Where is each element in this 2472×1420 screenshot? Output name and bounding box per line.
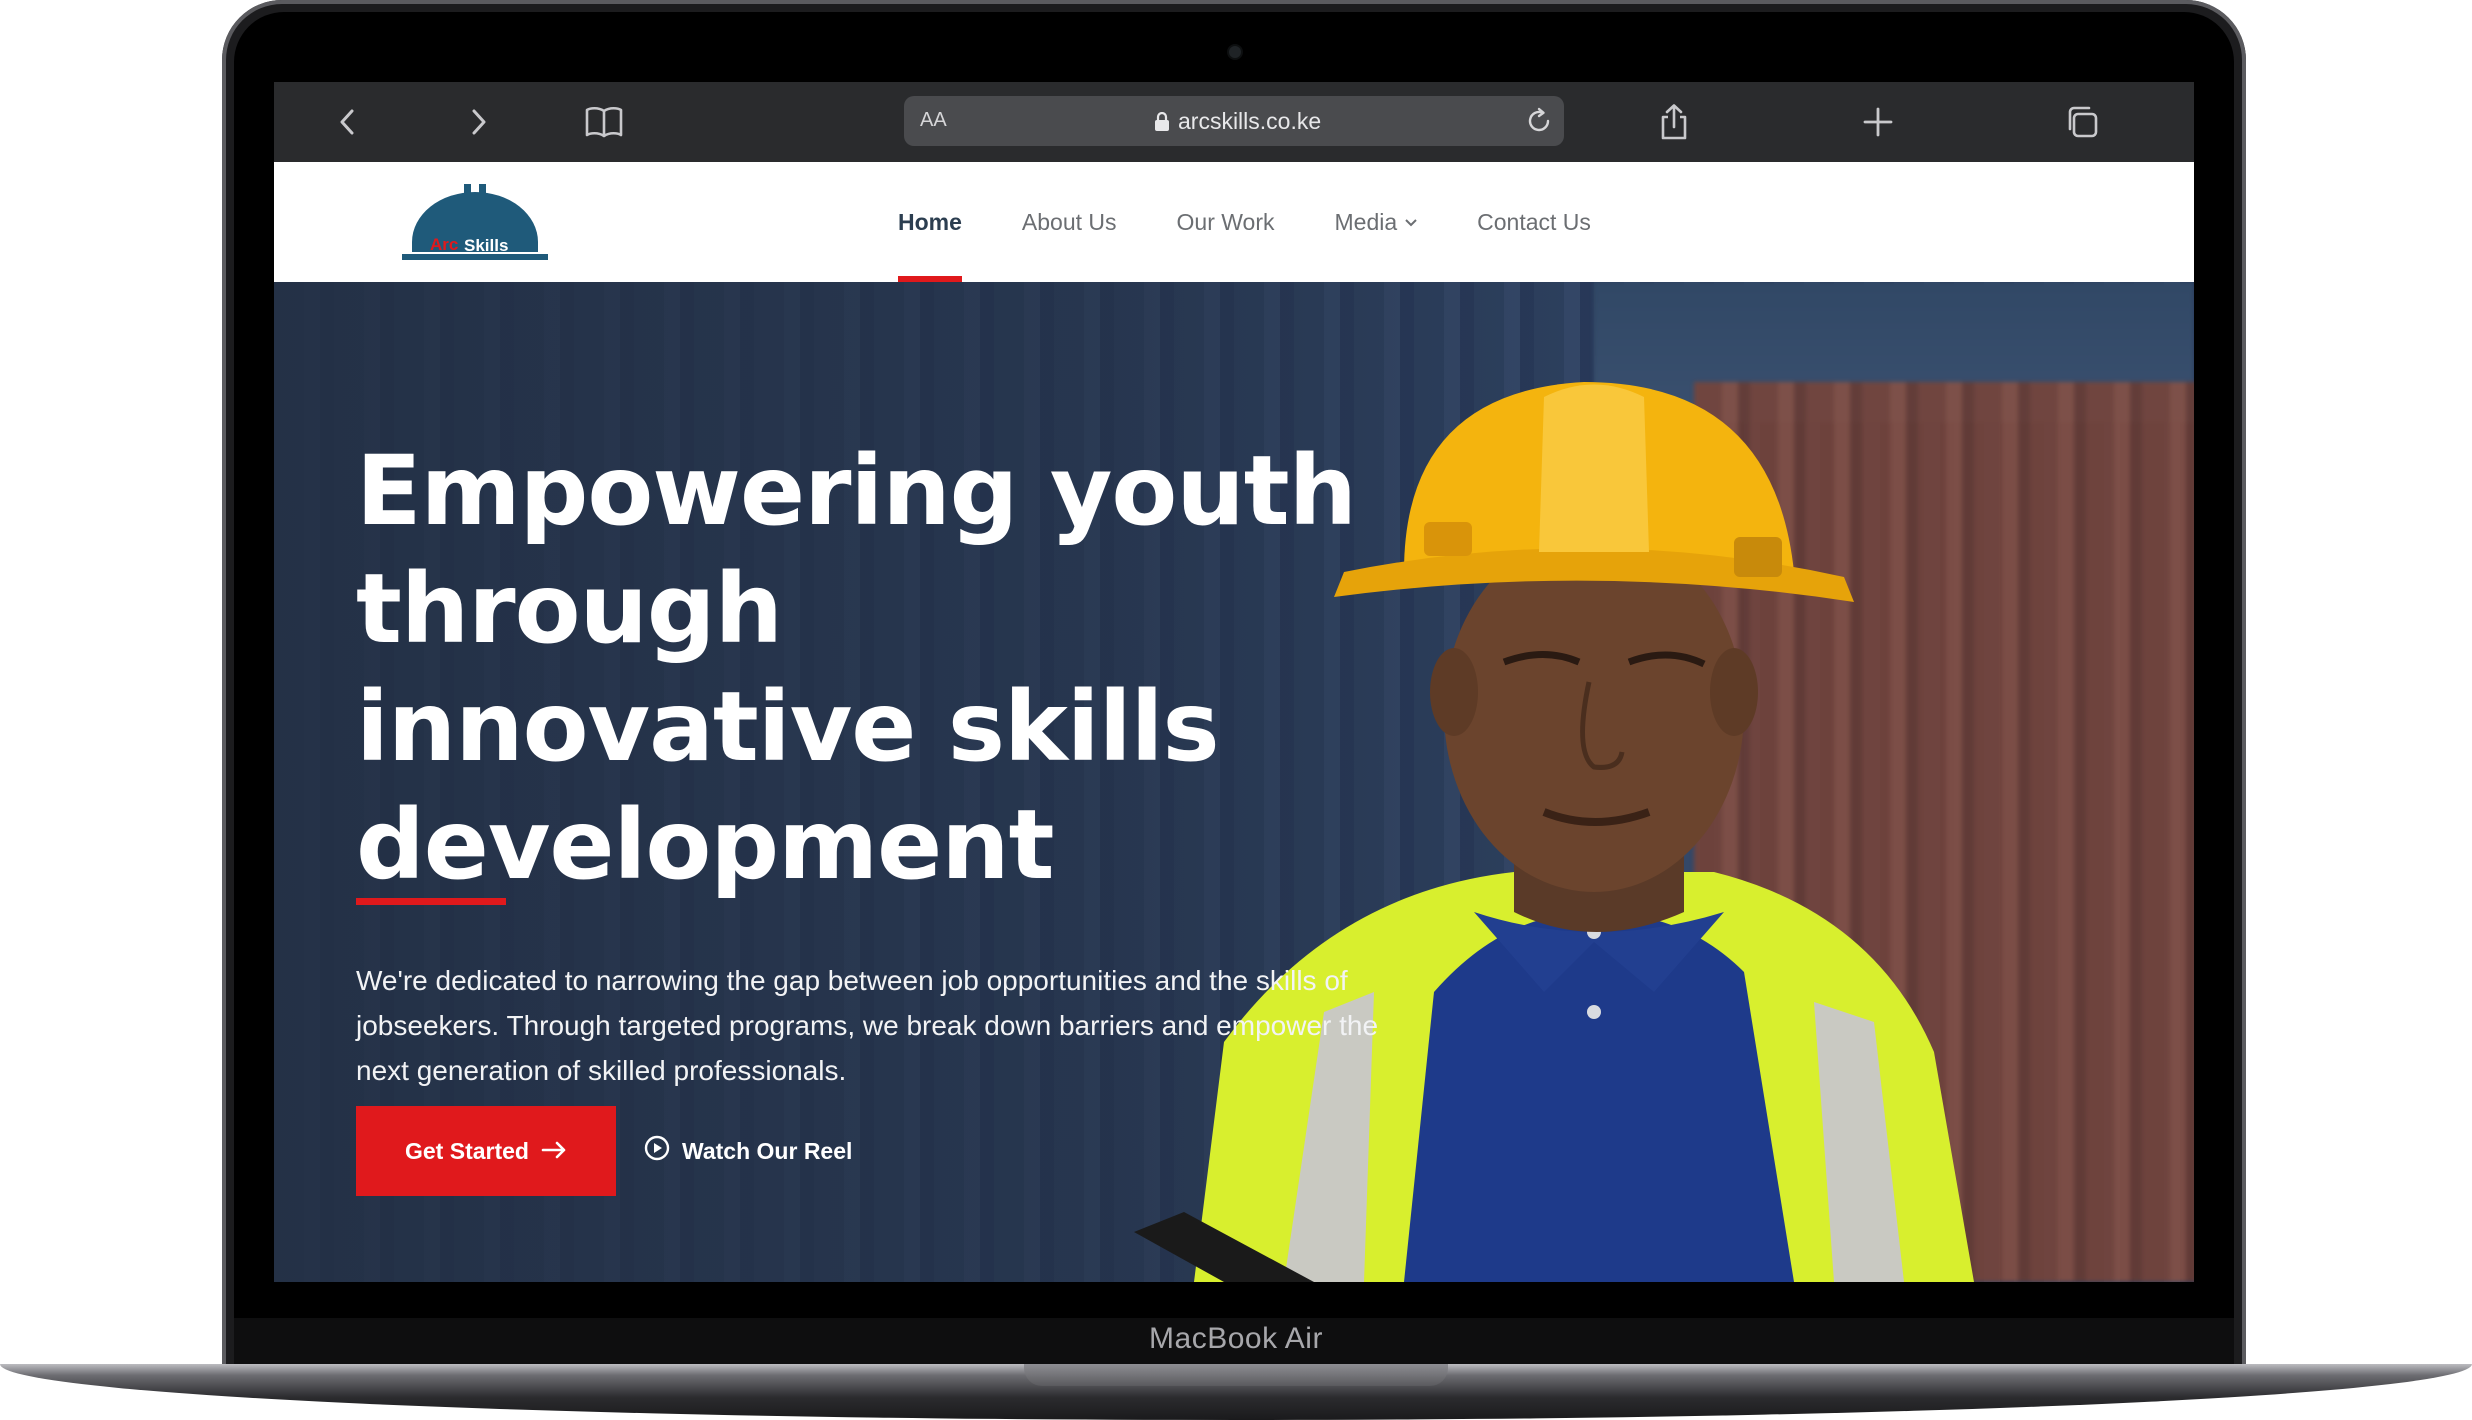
play-circle-icon: [644, 1135, 670, 1167]
nav-about-us[interactable]: About Us: [992, 162, 1147, 282]
nav-media[interactable]: Media: [1305, 162, 1448, 282]
url-display[interactable]: arcskills.co.ke: [1154, 108, 1321, 135]
svg-text:Skills: Skills: [464, 236, 508, 255]
new-tab-icon[interactable]: [1856, 100, 1900, 144]
watch-reel-label: Watch Our Reel: [682, 1137, 853, 1164]
text-size-button[interactable]: AA: [920, 109, 947, 132]
share-icon[interactable]: [1652, 100, 1696, 144]
back-icon[interactable]: [326, 100, 370, 144]
nav-our-work-label: Our Work: [1176, 208, 1275, 235]
laptop-notch: [1024, 1364, 1448, 1386]
nav-media-label: Media: [1334, 208, 1398, 235]
get-started-button[interactable]: Get Started: [356, 1106, 616, 1196]
nav-home-label: Home: [898, 208, 962, 235]
browser-toolbar: AA arcskills.co.ke: [274, 82, 2194, 162]
camera: [1229, 46, 1241, 58]
screen: AA arcskills.co.ke Arc Skills Home About…: [274, 82, 2194, 1282]
url-field[interactable]: AA arcskills.co.ke: [904, 96, 1564, 146]
get-started-label: Get Started: [405, 1137, 529, 1164]
nav-home[interactable]: Home: [868, 162, 992, 282]
tabs-icon[interactable]: [2060, 100, 2104, 144]
hero-section: Empowering youth through innovative skil…: [274, 282, 2194, 1282]
reload-icon[interactable]: [1524, 106, 1554, 141]
logo[interactable]: Arc Skills: [402, 184, 548, 264]
hero-title: Empowering youth through innovative skil…: [356, 435, 1357, 901]
main-nav: Home About Us Our Work Media Contact Us: [868, 162, 1621, 282]
svg-text:Arc: Arc: [430, 235, 458, 254]
nav-about-label: About Us: [1021, 208, 1117, 235]
arrow-right-icon: [541, 1138, 567, 1165]
bookmarks-icon[interactable]: [582, 100, 626, 144]
forward-icon[interactable]: [456, 100, 500, 144]
site-header: Arc Skills Home About Us Our Work Media …: [274, 162, 2194, 282]
nav-contact-label: Contact Us: [1477, 208, 1591, 235]
watch-reel-link[interactable]: Watch Our Reel: [644, 1106, 852, 1196]
nav-contact-us[interactable]: Contact Us: [1447, 162, 1621, 282]
device-label: MacBook Air: [1149, 1322, 1323, 1355]
nav-our-work[interactable]: Our Work: [1147, 162, 1305, 282]
lock-icon: [1155, 111, 1169, 131]
title-underline: [356, 898, 506, 905]
hero-subtitle: We're dedicated to narrowing the gap bet…: [356, 965, 1379, 1086]
url-text: arcskills.co.ke: [1178, 108, 1322, 134]
chevron-down-icon: [1405, 214, 1417, 230]
